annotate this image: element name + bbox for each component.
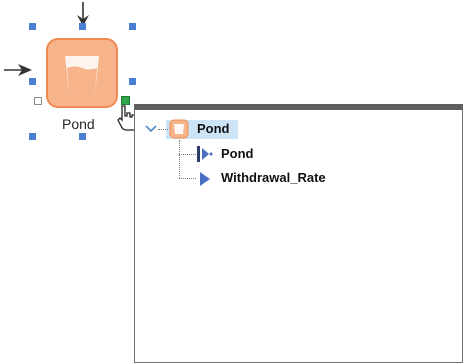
tree-connector <box>179 140 180 178</box>
resize-handle-top[interactable] <box>79 23 86 30</box>
dependency-tree-popup[interactable] <box>134 104 463 363</box>
resize-handle-right[interactable] <box>129 78 136 85</box>
resize-handle-mid-left-hollow[interactable] <box>34 97 42 105</box>
resize-handle-top-left[interactable] <box>29 23 36 30</box>
tree-connector <box>179 154 196 155</box>
stock-bucket-icon <box>169 119 189 139</box>
pond-stock-node[interactable] <box>46 38 118 108</box>
stock-bucket-icon <box>65 56 99 96</box>
chevron-down-icon[interactable] <box>145 124 157 134</box>
pond-node-label: Pond <box>62 116 95 132</box>
tree-connector <box>179 178 196 179</box>
incoming-arrow-left <box>4 64 32 76</box>
link-arrow-icon <box>197 146 213 162</box>
resize-handle-bottom[interactable] <box>79 133 86 140</box>
tree-root-label[interactable]: Pond <box>197 121 230 136</box>
resize-handle-left[interactable] <box>29 78 36 85</box>
tree-child-label[interactable]: Pond <box>221 146 254 161</box>
tree-connector <box>158 129 168 130</box>
resize-handle-bottom-left[interactable] <box>29 133 36 140</box>
tree-child-label[interactable]: Withdrawal_Rate <box>221 170 326 185</box>
flow-arrow-icon <box>200 172 210 186</box>
resize-handle-top-right[interactable] <box>129 23 136 30</box>
